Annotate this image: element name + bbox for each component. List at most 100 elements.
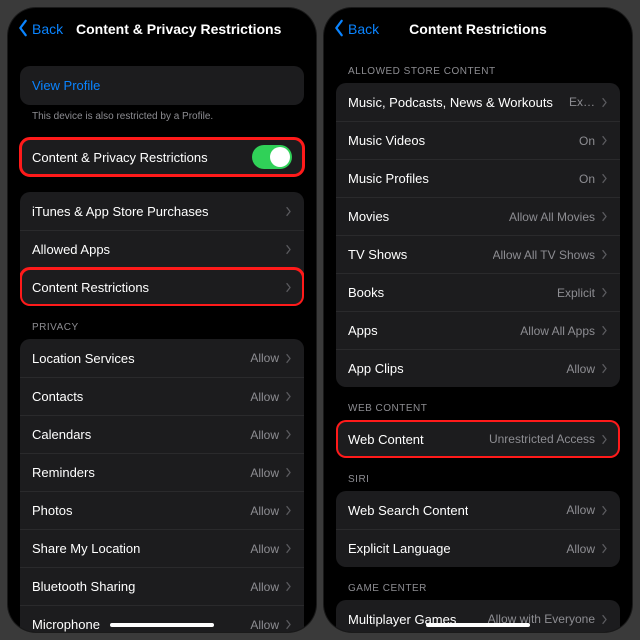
profile-caption: This device is also restricted by a Prof… [20,105,304,122]
siri-header: SIRI [336,474,620,491]
settings-row[interactable]: Music ProfilesOn [336,159,620,197]
row-label: iTunes & App Store Purchases [32,204,209,219]
row-right: Allow [250,542,292,556]
row-label: Bluetooth Sharing [32,579,135,594]
row-detail: Allow All Apps [520,324,595,338]
row-right: Allow All TV Shows [493,248,609,262]
settings-row[interactable]: Photos Allow [20,491,304,529]
settings-row[interactable]: App Clips Allow [336,349,620,387]
row-right: On [579,134,608,148]
home-indicator[interactable] [110,623,214,627]
settings-row[interactable]: Movies Allow All Movies [336,197,620,235]
store-header: ALLOWED STORE CONTENT [336,66,620,83]
back-label: Back [348,21,379,37]
chevron-right-icon [285,206,292,217]
row-right: Allow [566,542,608,556]
settings-row[interactable]: Reminders Allow [20,453,304,491]
settings-row[interactable]: Content Restrictions [20,268,304,306]
row-detail: On [579,134,595,148]
master-toggle-row[interactable]: Content & Privacy Restrictions [20,138,304,176]
row-right [285,206,292,217]
chevron-right-icon [285,429,292,440]
row-label: Music Videos [348,133,425,148]
row-right: Allow [566,503,608,517]
settings-row[interactable]: Web Content Unrestricted Access [336,420,620,458]
row-right [285,244,292,255]
row-detail: Allow [250,542,279,556]
chevron-right-icon [285,467,292,478]
chevron-right-icon [601,614,608,625]
row-label: Calendars [32,427,91,442]
row-right: Allow [250,618,292,632]
settings-row[interactable]: Multiplayer GamesAllow with Everyone [336,600,620,632]
row-detail: On [579,172,595,186]
row-label: Reminders [32,465,95,480]
row-detail: Allow [250,428,279,442]
settings-row[interactable]: Apps Allow All Apps [336,311,620,349]
settings-row[interactable]: ContactsAllow [20,377,304,415]
row-label: Movies [348,209,389,224]
chevron-right-icon [601,249,608,260]
chevron-right-icon [601,543,608,554]
settings-row[interactable]: iTunes & App Store Purchases [20,192,304,230]
settings-row[interactable]: Music Videos On [336,121,620,159]
game-card: Multiplayer GamesAllow with Everyone [336,600,620,632]
row-label: Content Restrictions [32,280,149,295]
chevron-right-icon [601,211,608,222]
phone-left: Back Content & Privacy Restrictions View… [8,8,316,632]
back-button[interactable]: Back [16,19,63,40]
settings-row[interactable]: Web Search ContentAllow [336,491,620,529]
row-label: App Clips [348,361,404,376]
row-detail: Allow [250,351,279,365]
row-right: Ex… [569,95,608,109]
row-right: Allow [250,351,292,365]
phone-right: Back Content Restrictions ALLOWED STORE … [324,8,632,632]
row-label: Photos [32,503,72,518]
row-detail: Unrestricted Access [489,432,595,446]
content-scroll[interactable]: ALLOWED STORE CONTENT Music, Podcasts, N… [324,50,632,632]
row-label: Apps [348,323,378,338]
settings-row[interactable]: Calendars Allow [20,415,304,453]
view-profile-link[interactable]: View Profile [20,66,304,105]
settings-row[interactable]: Bluetooth Sharing Allow [20,567,304,605]
row-detail: Ex… [569,95,595,109]
row-detail: Allow [250,504,279,518]
chevron-right-icon [285,282,292,293]
row-detail: Allow [250,390,279,404]
row-detail: Allow All Movies [509,210,595,224]
row-label: Allowed Apps [32,242,110,257]
content-scroll[interactable]: View Profile This device is also restric… [8,50,316,632]
settings-row[interactable]: Location ServicesAllow [20,339,304,377]
row-right [285,282,292,293]
settings-row[interactable]: Share My Location Allow [20,529,304,567]
row-detail: Allow [250,466,279,480]
chevron-right-icon [285,391,292,402]
chevron-right-icon [601,434,608,445]
row-right: Allow [250,580,292,594]
settings-row[interactable]: TV ShowsAllow All TV Shows [336,235,620,273]
back-button[interactable]: Back [332,19,379,40]
chevron-right-icon [285,353,292,364]
siri-card: Web Search ContentAllowExplicit Language… [336,491,620,567]
row-right: Allow [250,504,292,518]
settings-row[interactable]: Music, Podcasts, News & Workouts Ex… [336,83,620,121]
chevron-right-icon [601,97,608,108]
row-label: Books [348,285,384,300]
row-right: Allow All Apps [520,324,608,338]
chevron-right-icon [285,244,292,255]
row-label: Music, Podcasts, News & Workouts [348,95,553,110]
settings-row[interactable]: Allowed Apps [20,230,304,268]
chevron-right-icon [285,619,292,630]
settings-row[interactable]: BooksExplicit [336,273,620,311]
row-label: Web Content [348,432,424,447]
master-toggle-switch[interactable] [252,145,292,169]
home-indicator[interactable] [426,623,530,627]
settings-row[interactable]: Explicit LanguageAllow [336,529,620,567]
row-detail: Allow [250,580,279,594]
profile-card: View Profile [20,66,304,105]
row-right: On [579,172,608,186]
row-detail: Allow [566,362,595,376]
back-chevron-icon [332,19,346,40]
settings-row[interactable]: MicrophoneAllow [20,605,304,632]
row-label: Share My Location [32,541,140,556]
